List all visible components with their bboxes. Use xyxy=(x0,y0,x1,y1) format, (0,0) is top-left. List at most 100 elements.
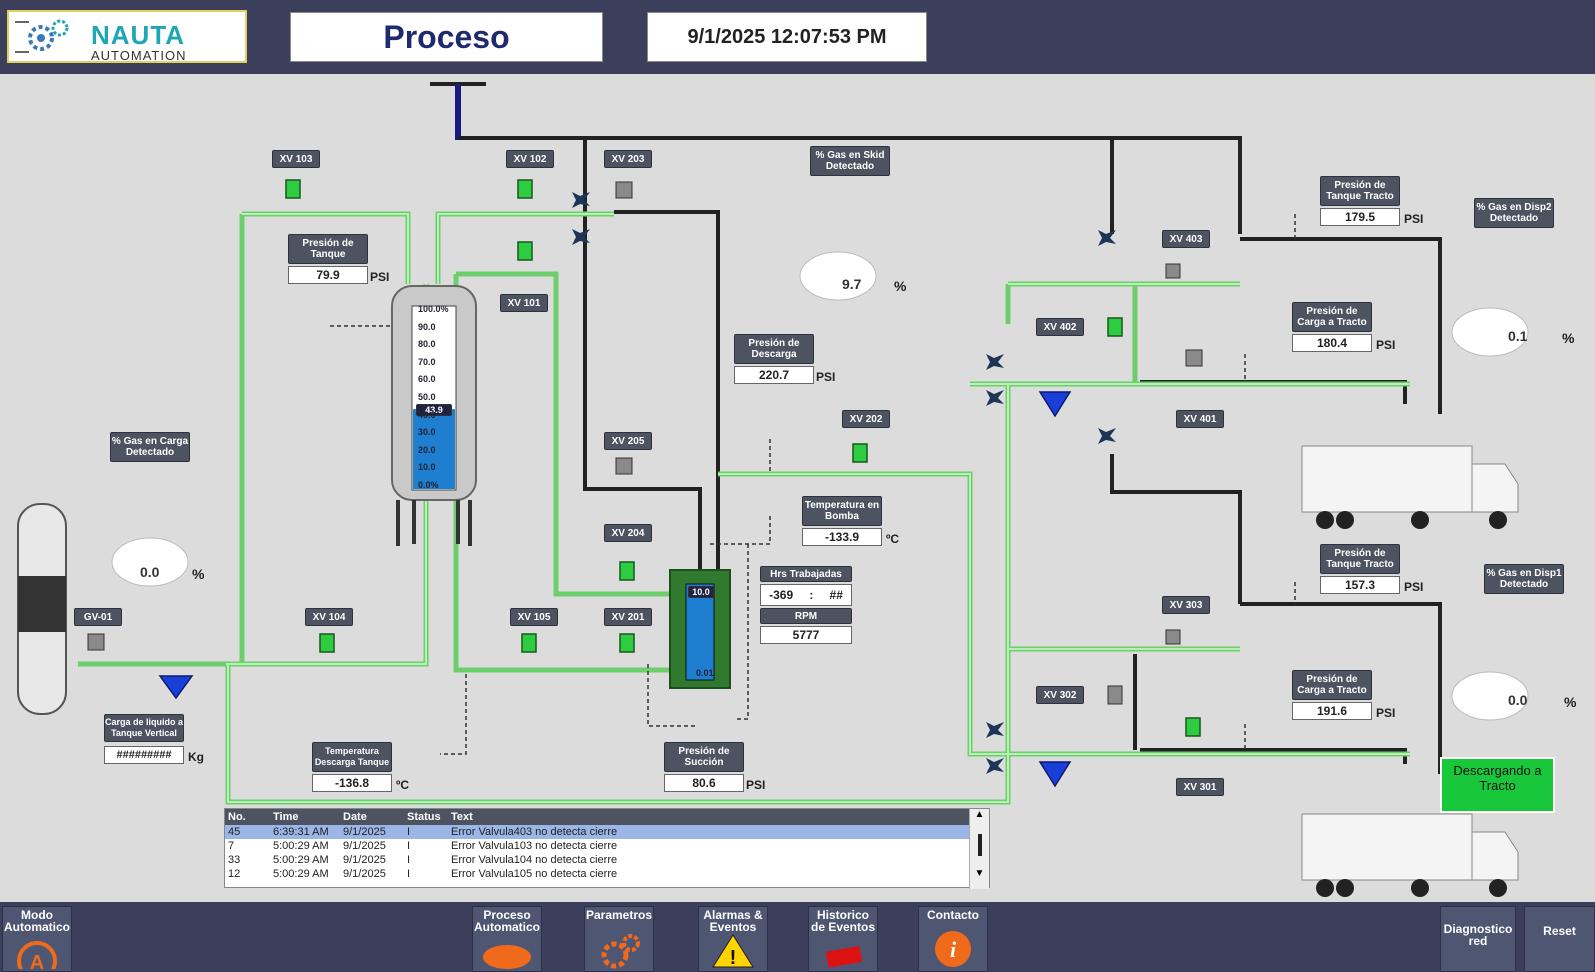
tag-xv105[interactable]: XV 105 xyxy=(510,608,558,626)
valve-xv303 xyxy=(1165,629,1181,645)
contacto-button[interactable]: Contacto i xyxy=(918,906,988,972)
carga-liquido-label: Carga de liquido a Tanque Vertical xyxy=(104,714,184,742)
parametros-button[interactable]: Parametros xyxy=(584,906,654,972)
gas-disp1-label: % Gas en Disp1 Detectado xyxy=(1484,564,1564,594)
valve-xv203 xyxy=(615,181,633,199)
presion-succion-value: 80.6 xyxy=(664,774,744,792)
table-row[interactable]: 7 5:00:29 AM 9/1/2025 I Error Valvula103… xyxy=(225,839,989,853)
tank-scale-tick: 80.0 xyxy=(418,339,436,350)
cell: I xyxy=(407,868,411,880)
valve-xv301 xyxy=(1185,717,1201,737)
tag-gv01[interactable]: GV-01 xyxy=(74,608,122,626)
cell: 45 xyxy=(228,826,241,838)
presion-tanque-tracto2-label: Presión de Tanque Tracto xyxy=(1320,544,1400,574)
svg-text:!: ! xyxy=(730,947,737,969)
tag-xv402[interactable]: XV 402 xyxy=(1036,318,1084,336)
historico-eventos-button[interactable]: Historico de Eventos xyxy=(808,906,878,972)
gas-carga-unit: % xyxy=(192,566,205,582)
table-row[interactable]: 45 6:39:31 AM 9/1/2025 I Error Valvula40… xyxy=(225,825,989,839)
valve-gv01 xyxy=(87,633,105,651)
col-date: Date xyxy=(343,811,367,823)
pump-top-level: 10.0 xyxy=(688,586,714,598)
alarm-scrollbar[interactable]: ▲ ▼ xyxy=(969,809,989,889)
tag-xv302[interactable]: XV 302 xyxy=(1036,686,1084,704)
historico-label: Historico de Eventos xyxy=(810,908,876,934)
modo-label: Modo Automatico xyxy=(4,908,70,934)
presion-carga-tracto1-unit: PSI xyxy=(1376,338,1396,352)
tag-xv203[interactable]: XV 203 xyxy=(604,150,652,168)
reset-button[interactable]: Reset xyxy=(1524,906,1595,972)
tag-xv202[interactable]: XV 202 xyxy=(842,410,890,428)
truck-2 xyxy=(1301,813,1519,897)
scroll-up-icon[interactable]: ▲ xyxy=(970,809,989,820)
gas-disp1-value: 0.0 xyxy=(1508,692,1528,708)
cell: 5:00:29 AM xyxy=(273,854,329,866)
cell: Error Valvula403 no detecta cierre xyxy=(451,826,618,838)
alarmas-eventos-button[interactable]: Alarmas & Eventos ! xyxy=(698,906,768,972)
presion-succion-unit: PSI xyxy=(746,778,766,792)
logo-name: NAUTA xyxy=(91,20,186,50)
datetime: 9/1/2025 12:07:53 PM xyxy=(647,12,927,62)
temp-bomba-label: Temperatura en Bomba xyxy=(802,496,882,526)
tag-xv102[interactable]: XV 102 xyxy=(506,150,554,168)
hrs-value: -369 : ## xyxy=(760,584,852,606)
tag-xv401[interactable]: XV 401 xyxy=(1176,410,1224,428)
tag-xv201[interactable]: XV 201 xyxy=(604,608,652,626)
scroll-down-icon[interactable]: ▼ xyxy=(970,868,989,879)
bottom-nav xyxy=(0,902,1595,972)
presion-carga-tracto1-label: Presión de Carga a Tracto xyxy=(1292,302,1372,332)
tag-xv403[interactable]: XV 403 xyxy=(1162,230,1210,248)
valve-xv105 xyxy=(521,633,537,653)
cell: I xyxy=(407,854,411,866)
proceso-automatico-button[interactable]: Proceso Automatico xyxy=(472,906,542,972)
gas-carga-value: 0.0 xyxy=(140,564,160,580)
gas-disp2-unit: % xyxy=(1562,330,1575,346)
tag-xv103[interactable]: XV 103 xyxy=(272,150,320,168)
diagnostico-red-button[interactable]: Diagnostico red xyxy=(1440,906,1516,972)
gas-skid-unit: % xyxy=(894,278,907,294)
presion-carga-tracto2-label: Presión de Carga a Tracto xyxy=(1292,670,1372,700)
tag-xv101[interactable]: XV 101 xyxy=(500,294,548,312)
tag-xv204[interactable]: XV 204 xyxy=(604,524,652,542)
cell: Error Valvula105 no detecta cierre xyxy=(451,868,618,880)
tank-scale-tick: 50.0 xyxy=(418,392,436,402)
table-row[interactable]: 33 5:00:29 AM 9/1/2025 I Error Valvula10… xyxy=(225,853,989,867)
cell: I xyxy=(407,840,411,852)
cell: 9/1/2025 xyxy=(343,840,386,852)
tag-xv205[interactable]: XV 205 xyxy=(604,432,652,450)
valve-xv205 xyxy=(615,457,633,475)
cell: 5:00:29 AM xyxy=(273,840,329,852)
status-indicator: Descargando a Tracto xyxy=(1440,757,1555,813)
hrs-hours: -369 xyxy=(769,588,794,602)
valve-xv403 xyxy=(1165,263,1181,279)
tank-scale-tick: 90.0 xyxy=(418,321,436,332)
temp-bomba-unit: ºC xyxy=(886,532,900,546)
presion-descarga-label: Presión de Descarga xyxy=(734,334,814,364)
alarm-table-header: No. Time Date Status Text xyxy=(225,809,989,825)
process-diagram: 43.9 10.0 0.01 XV 103 XV 102 XV 203 XV 1… xyxy=(0,74,1595,902)
diagnostico-label: Diagnostico red xyxy=(1443,922,1513,948)
valve-xv302 xyxy=(1107,685,1123,705)
valve-xv204 xyxy=(619,561,635,581)
presion-tanque-unit: PSI xyxy=(370,270,390,284)
hrs-sep: : xyxy=(809,588,814,602)
tag-xv104[interactable]: XV 104 xyxy=(305,608,353,626)
reset-label: Reset xyxy=(1543,924,1576,938)
table-row[interactable]: 12 5:00:29 AM 9/1/2025 I Error Valvula10… xyxy=(225,867,989,881)
cell: 33 xyxy=(228,854,241,866)
gear-logo-icon xyxy=(15,19,69,53)
presion-carga-tracto1-value: 180.4 xyxy=(1292,334,1372,352)
modo-automatico-button[interactable]: Modo Automatico A xyxy=(2,906,72,972)
valve-xv104 xyxy=(319,633,335,653)
alarm-table[interactable]: No. Time Date Status Text 45 6:39:31 AM … xyxy=(224,808,990,889)
temp-descarga-value: -136.8 xyxy=(312,774,392,792)
book-icon xyxy=(825,945,863,968)
cell: 9/1/2025 xyxy=(343,854,386,866)
valve-xv202 xyxy=(852,443,868,463)
tag-xv301[interactable]: XV 301 xyxy=(1176,778,1224,796)
valve-xv201 xyxy=(619,633,635,653)
presion-tanque-tracto1-unit: PSI xyxy=(1404,212,1424,226)
tag-xv303[interactable]: XV 303 xyxy=(1162,596,1210,614)
valve-xv401 xyxy=(1185,349,1203,367)
temp-bomba-value: -133.9 xyxy=(802,528,882,546)
